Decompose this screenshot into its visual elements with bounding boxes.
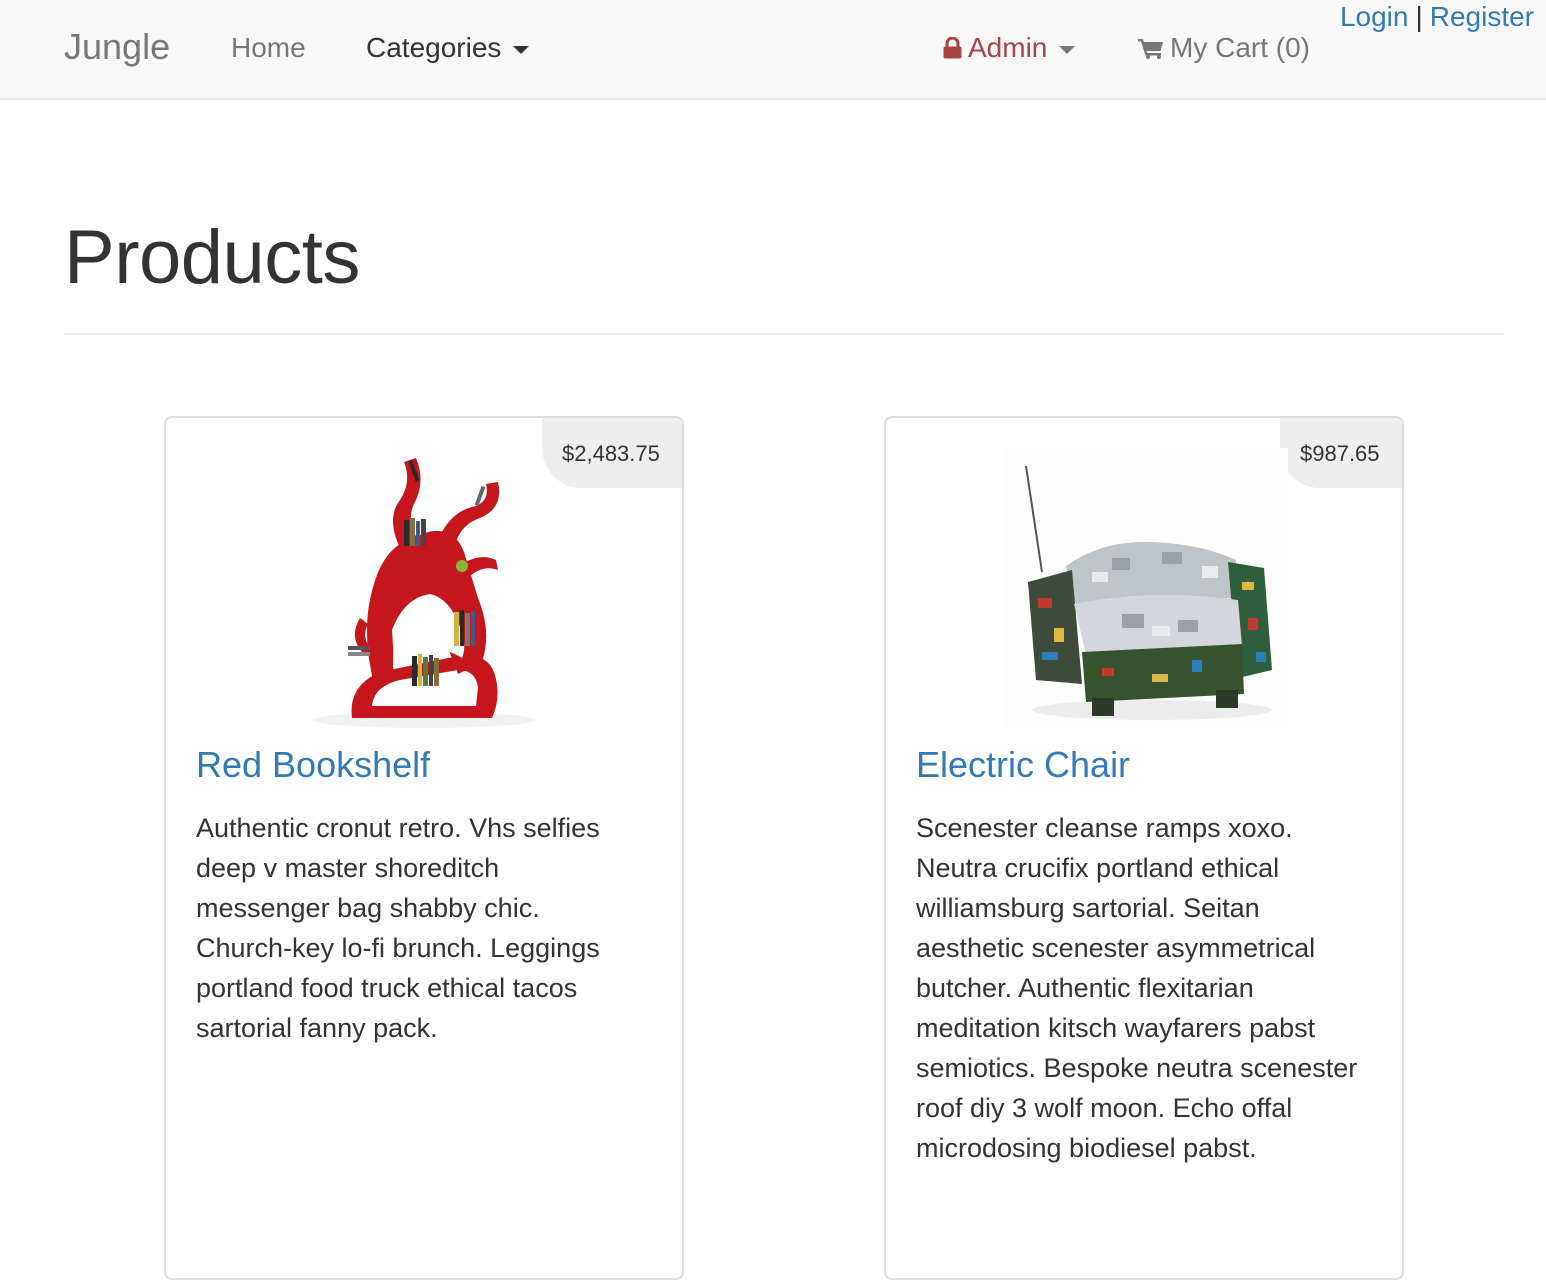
- top-navbar: Jungle Home Categories Admin My Cart (0)…: [0, 0, 1546, 100]
- auth-separator: |: [1415, 1, 1423, 32]
- login-link[interactable]: Login: [1340, 1, 1409, 32]
- shopping-cart-icon: [1138, 39, 1163, 59]
- price-badge: $987.65: [1280, 418, 1402, 488]
- price-badge: $2,483.75: [542, 418, 682, 488]
- nav-admin-dropdown[interactable]: Admin: [943, 32, 1076, 64]
- chevron-down-icon: [513, 45, 530, 54]
- register-link[interactable]: Register: [1430, 1, 1534, 32]
- product-description: Scenester cleanse ramps xoxo. Neutra cru…: [916, 813, 1358, 1163]
- lock-icon: [943, 37, 962, 59]
- cart-label: My Cart (0): [1170, 32, 1310, 63]
- chevron-down-icon: [1059, 45, 1076, 54]
- nav-home-link[interactable]: Home: [231, 32, 306, 64]
- product-card: $987.65 Electric Chair Scenester cleanse…: [884, 416, 1404, 1280]
- nav-cart-link[interactable]: My Cart (0): [1138, 32, 1310, 64]
- electric-chair-image[interactable]: [1002, 448, 1288, 728]
- nav-categories-dropdown[interactable]: Categories: [366, 32, 530, 64]
- page-title: Products: [64, 215, 360, 300]
- admin-label: Admin: [968, 32, 1048, 63]
- categories-label: Categories: [366, 32, 502, 63]
- auth-links: Login | Register: [1340, 1, 1534, 33]
- product-name-link[interactable]: Electric Chair: [916, 744, 1130, 786]
- product-name-link[interactable]: Red Bookshelf: [196, 744, 430, 786]
- brand-logo-link[interactable]: Jungle: [64, 26, 170, 68]
- red-bookshelf-image[interactable]: [308, 448, 540, 728]
- product-description: Authentic cronut retro. Vhs selfies deep…: [196, 813, 600, 1043]
- header-divider: [64, 333, 1504, 335]
- product-card: $2,483.75 Red Bookshelf Authentic cronut…: [164, 416, 684, 1280]
